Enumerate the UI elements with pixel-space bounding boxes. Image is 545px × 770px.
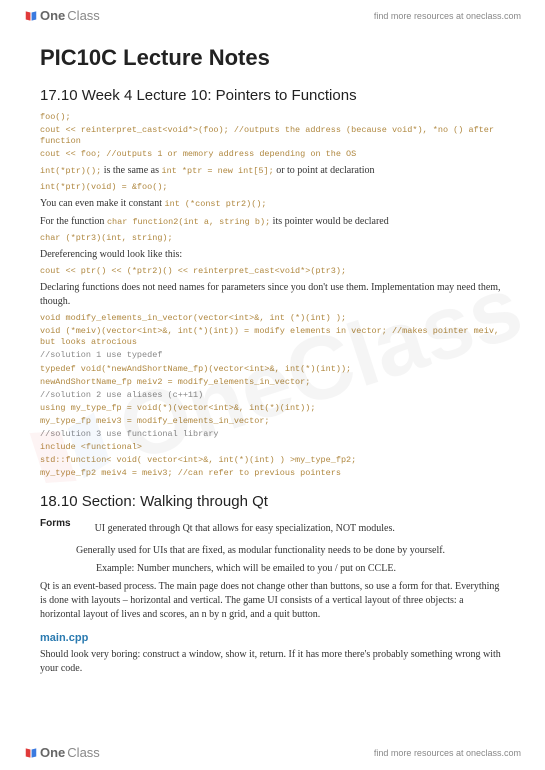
paragraph: Generally used for UIs that are fixed, a… xyxy=(40,544,505,558)
code-block: int(*ptr)(void) = &foo(); xyxy=(40,182,505,193)
code-comment: //solution 2 use aliases (c++11) xyxy=(40,390,505,401)
code-block: char (*ptr3)(int, string); xyxy=(40,233,505,244)
section-2-heading: 18.10 Section: Walking through Qt xyxy=(40,493,505,510)
footer: OneClass find more resources at oneclass… xyxy=(0,737,545,768)
forms-desc: UI generated through Qt that allows for … xyxy=(95,522,395,536)
code-block: cout << foo; //outputs 1 or memory addre… xyxy=(40,149,505,160)
code-block: my_type_fp meiv3 = modify_elements_in_ve… xyxy=(40,416,505,427)
inline-code: char function2(int a, string b); xyxy=(107,217,270,227)
text-line: You can even make it constant int (*cons… xyxy=(40,197,505,211)
forms-definition: Forms UI generated through Qt that allow… xyxy=(40,518,505,540)
text-line: Dereferencing would look like this: xyxy=(40,248,505,262)
paragraph: Qt is an event-based process. The main p… xyxy=(40,580,505,622)
text-line: For the function char function2(int a, s… xyxy=(40,215,505,229)
header: OneClass find more resources at oneclass… xyxy=(0,0,545,31)
document-body: PIC10C Lecture Notes 17.10 Week 4 Lectur… xyxy=(0,31,545,700)
paragraph: Should look very boring: construct a win… xyxy=(40,648,505,676)
code-block: typedef void(*newAndShortName_fp)(vector… xyxy=(40,364,505,375)
header-tagline: find more resources at oneclass.com xyxy=(374,11,521,21)
brand-logo[interactable]: OneClass xyxy=(24,8,100,23)
code-block: std::function< void( vector<int>&, int(*… xyxy=(40,455,505,466)
brand-logo-footer[interactable]: OneClass xyxy=(24,745,100,760)
code-comment: //solution 3 use functional library xyxy=(40,429,505,440)
page-title: PIC10C Lecture Notes xyxy=(40,45,505,71)
code-block: foo(); xyxy=(40,112,505,123)
code-block: cout << ptr() << (*ptr2)() << reinterpre… xyxy=(40,266,505,277)
brand-prefix: One xyxy=(40,745,65,760)
text: is the same as xyxy=(101,165,161,176)
text-line: int(*ptr)(); is the same as int *ptr = n… xyxy=(40,164,505,178)
subsection-heading: main.cpp xyxy=(40,632,505,644)
inline-code: int(*ptr)(); xyxy=(40,166,101,176)
footer-tagline: find more resources at oneclass.com xyxy=(374,748,521,758)
code-block: my_type_fp2 meiv4 = meiv3; //can refer t… xyxy=(40,468,505,479)
code-block: newAndShortName_fp meiv2 = modify_elemen… xyxy=(40,377,505,388)
forms-label: Forms xyxy=(40,518,71,540)
paragraph: Example: Number munchers, which will be … xyxy=(40,562,505,576)
brand-suffix: Class xyxy=(67,745,100,760)
code-block: using my_type_fp = void(*)(vector<int>&,… xyxy=(40,403,505,414)
code-block: include <functional> xyxy=(40,442,505,453)
text: You can even make it constant xyxy=(40,198,165,209)
text-line: Declaring functions does not need names … xyxy=(40,281,505,309)
code-comment: //solution 1 use typedef xyxy=(40,350,505,361)
text: or to point at declaration xyxy=(274,165,375,176)
section-1-heading: 17.10 Week 4 Lecture 10: Pointers to Fun… xyxy=(40,87,505,104)
book-icon xyxy=(24,746,38,760)
inline-code: int (*const ptr2)(); xyxy=(165,199,267,209)
code-block: cout << reinterpret_cast<void*>(foo); //… xyxy=(40,125,505,147)
book-icon xyxy=(24,9,38,23)
brand-prefix: One xyxy=(40,8,65,23)
code-block: void (*meiv)(vector<int>&, int(*)(int)) … xyxy=(40,326,505,348)
code-block: void modify_elements_in_vector(vector<in… xyxy=(40,313,505,324)
brand-suffix: Class xyxy=(67,8,100,23)
text: For the function xyxy=(40,216,107,227)
text: its pointer would be declared xyxy=(270,216,389,227)
inline-code: int *ptr = new int[5]; xyxy=(161,166,273,176)
